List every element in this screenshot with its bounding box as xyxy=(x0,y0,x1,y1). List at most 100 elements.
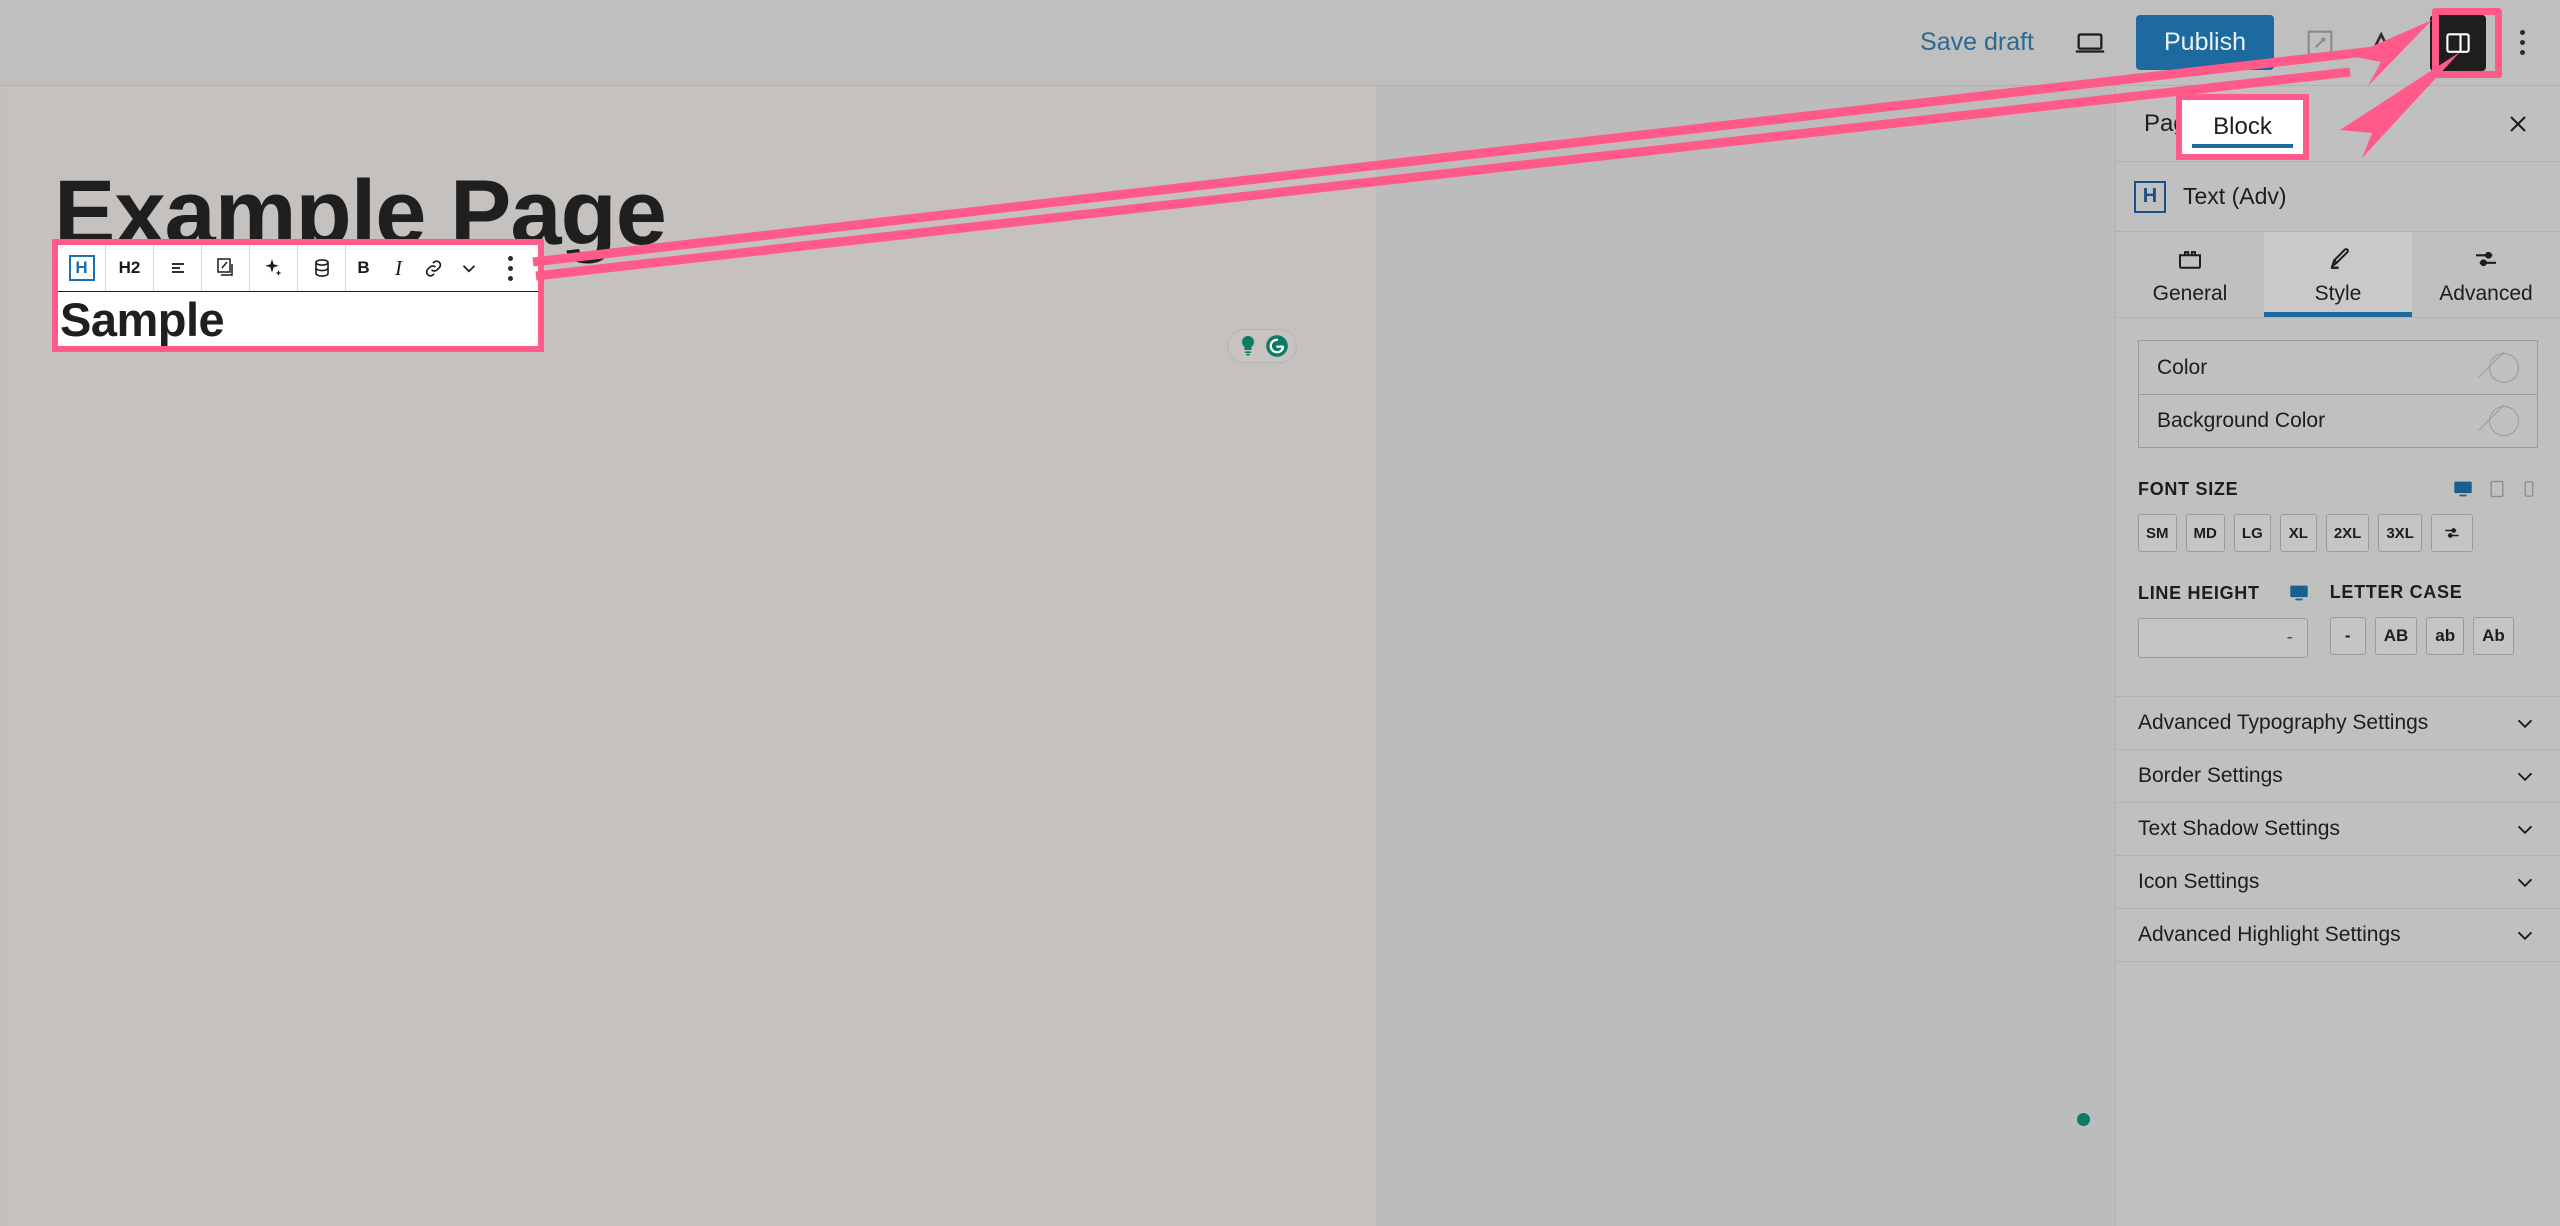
settings-accordion-list: Advanced Typography Settings Border Sett… xyxy=(2116,696,2560,962)
accordion-text-shadow-settings[interactable]: Text Shadow Settings xyxy=(2116,803,2560,856)
font-size-options: SM MD LG XL 2XL 3XL xyxy=(2138,514,2538,552)
publish-button[interactable]: Publish xyxy=(2136,15,2274,70)
letter-case-header: LETTER CASE xyxy=(2330,582,2514,603)
tab-advanced[interactable]: Advanced xyxy=(2412,232,2560,317)
italic-icon: I xyxy=(395,255,402,280)
tab-style-label: Style xyxy=(2314,281,2362,305)
block-type-heading-button[interactable]: H xyxy=(58,245,106,291)
editor-extra-icon[interactable] xyxy=(2352,11,2416,75)
accordion-label: Border Settings xyxy=(2138,764,2283,787)
sliders-icon xyxy=(2476,251,2496,266)
accordion-border-settings[interactable]: Border Settings xyxy=(2116,750,2560,803)
tab-block-label: Block xyxy=(2213,113,2272,140)
editor-more-menu-button[interactable] xyxy=(2498,11,2546,75)
block-name-label: Text (Adv) xyxy=(2183,183,2287,209)
preview-device-icon[interactable] xyxy=(2058,11,2122,75)
line-height-letter-case-row: LINE HEIGHT - LETTER CASE - AB ab Ab xyxy=(2138,582,2538,658)
letter-case-uppercase[interactable]: AB xyxy=(2374,617,2418,655)
tab-active-underline xyxy=(2192,144,2293,148)
text-align-button[interactable] xyxy=(154,245,202,291)
no-color-icon[interactable] xyxy=(2489,406,2519,436)
tab-general[interactable]: General xyxy=(2116,232,2264,317)
link-icon xyxy=(425,259,442,277)
font-size-xl[interactable]: XL xyxy=(2279,514,2317,552)
lightbulb-icon[interactable] xyxy=(1235,333,1261,359)
device-breakpoint-switcher xyxy=(2452,478,2538,500)
brush-icon xyxy=(2330,247,2349,269)
bold-button[interactable]: B xyxy=(346,245,381,291)
sparkle-ai-icon xyxy=(264,259,281,276)
accordion-icon-settings[interactable]: Icon Settings xyxy=(2116,856,2560,909)
settings-sidebar: Page Block H Text (Adv) General Style Ad… xyxy=(2115,86,2560,1226)
chevron-down-icon xyxy=(2517,825,2533,835)
background-color-label: Background Color xyxy=(2157,409,2326,432)
view-page-icon[interactable] xyxy=(2288,11,2352,75)
font-size-lg[interactable]: LG xyxy=(2233,514,2271,552)
letter-case-options: - AB ab Ab xyxy=(2329,617,2514,655)
heading-level-button[interactable]: H2 xyxy=(106,245,154,291)
close-sidebar-button[interactable] xyxy=(2498,104,2538,144)
line-height-group: LINE HEIGHT - xyxy=(2138,582,2310,658)
tab-advanced-label: Advanced xyxy=(2439,281,2533,305)
block-options-button[interactable] xyxy=(486,245,534,291)
sliders-icon xyxy=(2445,528,2459,538)
background-color-row[interactable]: Background Color xyxy=(2139,394,2537,447)
bold-icon: B xyxy=(357,258,370,277)
letter-case-none[interactable]: - xyxy=(2329,617,2366,655)
transform-block-icon xyxy=(216,258,233,276)
desktop-icon[interactable] xyxy=(2288,582,2310,604)
font-size-md[interactable]: MD xyxy=(2185,514,2225,552)
color-settings-group: Color Background Color xyxy=(2138,340,2538,448)
accordion-advanced-typography[interactable]: Advanced Typography Settings xyxy=(2116,697,2560,750)
font-size-3xl[interactable]: 3XL xyxy=(2378,514,2422,552)
dynamic-data-button[interactable] xyxy=(298,245,346,291)
tab-style[interactable]: Style xyxy=(2264,232,2412,317)
ai-assist-button[interactable] xyxy=(250,245,298,291)
insert-link-button[interactable] xyxy=(416,245,451,291)
align-left-icon xyxy=(171,263,184,273)
status-dot xyxy=(2077,1113,2090,1126)
save-draft-button[interactable]: Save draft xyxy=(1896,10,2058,76)
close-icon xyxy=(2510,115,2526,132)
mobile-icon[interactable] xyxy=(2520,479,2538,499)
vertical-dots-icon xyxy=(507,255,513,281)
heading-text: Sample xyxy=(60,292,225,346)
editor-canvas-inner: Example Page H H2 B I Sample xyxy=(12,86,1376,1226)
heading-level-icon: H2 xyxy=(118,258,141,277)
font-size-header: FONT SIZE xyxy=(2138,478,2538,500)
heading-block-icon: H xyxy=(2134,180,2166,213)
sidebar-tab-bar: Page Block xyxy=(2116,86,2560,162)
line-height-device-switcher xyxy=(2288,582,2310,604)
more-formatting-button[interactable] xyxy=(451,245,486,291)
font-size-sm[interactable]: SM xyxy=(2138,514,2177,552)
chevron-down-icon xyxy=(2517,719,2533,729)
grammarly-widget[interactable] xyxy=(1227,329,1297,363)
italic-button[interactable]: I xyxy=(381,245,416,291)
settings-sidebar-toggle-button[interactable] xyxy=(2430,14,2486,71)
font-size-2xl[interactable]: 2XL xyxy=(2325,514,2370,552)
block-toolbar: H H2 B I xyxy=(58,245,538,292)
block-editable-content[interactable]: Sample xyxy=(58,292,538,346)
desktop-icon[interactable] xyxy=(2452,478,2474,500)
accordion-label: Advanced Highlight Settings xyxy=(2138,923,2401,946)
line-height-input[interactable]: - xyxy=(2138,618,2308,658)
font-size-custom-button[interactable] xyxy=(2430,514,2473,552)
transform-block-button[interactable] xyxy=(202,245,250,291)
chevron-down-icon xyxy=(462,265,475,273)
vertical-dots-icon xyxy=(2519,30,2525,55)
letter-case-title: LETTER CASE xyxy=(2329,582,2463,602)
no-color-icon[interactable] xyxy=(2489,352,2519,383)
tablet-icon[interactable] xyxy=(2487,479,2507,499)
selected-block-info: H Text (Adv) xyxy=(2116,162,2560,232)
letter-case-capitalize[interactable]: Ab xyxy=(2473,617,2514,655)
color-row[interactable]: Color xyxy=(2139,341,2537,394)
style-panel-body: Color Background Color FONT SIZE SM MD L… xyxy=(2116,318,2560,658)
chevron-down-icon xyxy=(2517,878,2533,888)
grammarly-logo-icon[interactable] xyxy=(1264,333,1290,359)
sidebar-sub-tabs: General Style Advanced xyxy=(2116,232,2560,318)
editor-canvas: Example Page H H2 B I Sample xyxy=(0,86,1376,1226)
letter-case-lowercase[interactable]: ab xyxy=(2426,617,2465,655)
tab-block[interactable]: Block xyxy=(2176,94,2309,160)
accordion-advanced-highlight-settings[interactable]: Advanced Highlight Settings xyxy=(2116,909,2560,962)
selected-block-wrapper: H H2 B I Sample xyxy=(52,239,544,352)
